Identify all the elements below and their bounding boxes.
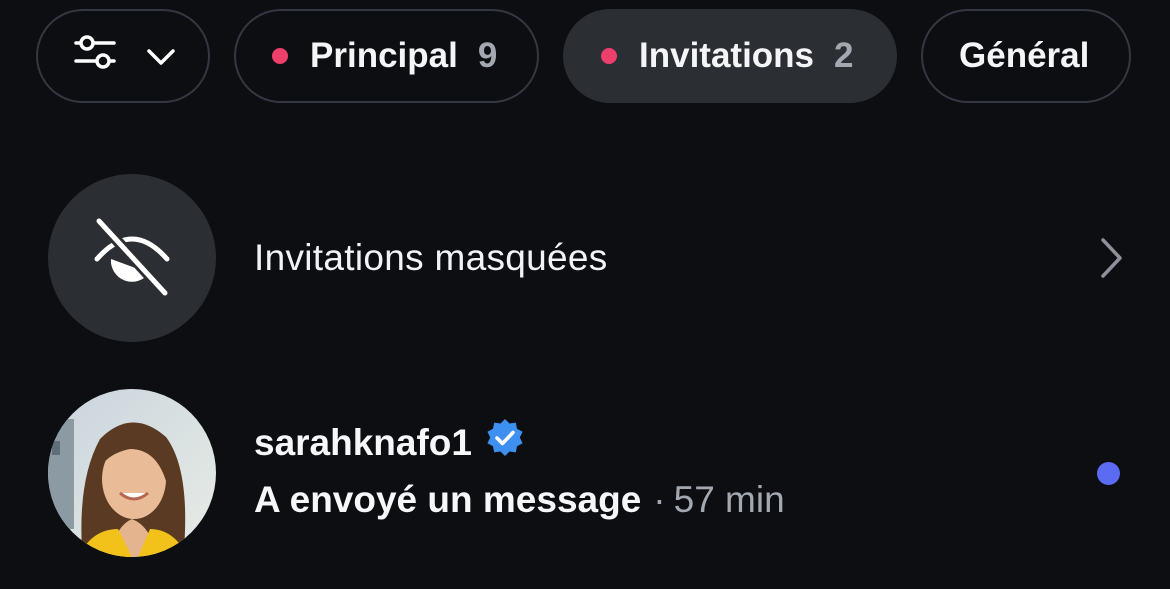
username-text: sarahknafo1 xyxy=(254,421,472,463)
filter-button[interactable] xyxy=(36,9,210,103)
tab-count: 2 xyxy=(834,36,854,75)
separator: · xyxy=(653,479,666,520)
message-preview: A envoyé un message · 57 min xyxy=(254,479,785,521)
hidden-requests-label: Invitations masquées xyxy=(254,237,608,278)
chevron-down-icon xyxy=(146,36,176,76)
preview-text: A envoyé un message xyxy=(254,479,642,520)
avatar[interactable] xyxy=(48,389,216,557)
tab-label: Général xyxy=(959,36,1090,75)
tab-general[interactable]: Général xyxy=(921,9,1131,103)
unread-dot xyxy=(272,48,288,64)
eye-off-icon xyxy=(87,211,177,306)
tab-label: Principal xyxy=(310,36,458,75)
tab-count: 9 xyxy=(477,36,498,75)
tab-invitations[interactable]: Invitations 2 xyxy=(563,9,897,103)
conversation-username: sarahknafo1 xyxy=(254,417,526,468)
sliders-icon xyxy=(74,34,116,79)
chevron-right-icon xyxy=(1098,236,1124,285)
conversation-row[interactable]: sarahknafo1 A envoyé un message · 57 min xyxy=(48,389,1138,557)
hidden-requests-row[interactable]: Invitations masquées xyxy=(48,174,1138,342)
inbox-tabs: Principal 9 Invitations 2 Général xyxy=(36,9,1131,103)
tab-label: Invitations xyxy=(639,36,815,75)
hidden-requests-avatar xyxy=(48,174,216,342)
message-time: 57 min xyxy=(673,479,785,520)
unread-message-dot xyxy=(1097,462,1120,485)
verified-badge-icon xyxy=(484,417,526,468)
tab-principal[interactable]: Principal 9 xyxy=(234,9,539,103)
unread-dot xyxy=(601,48,617,64)
